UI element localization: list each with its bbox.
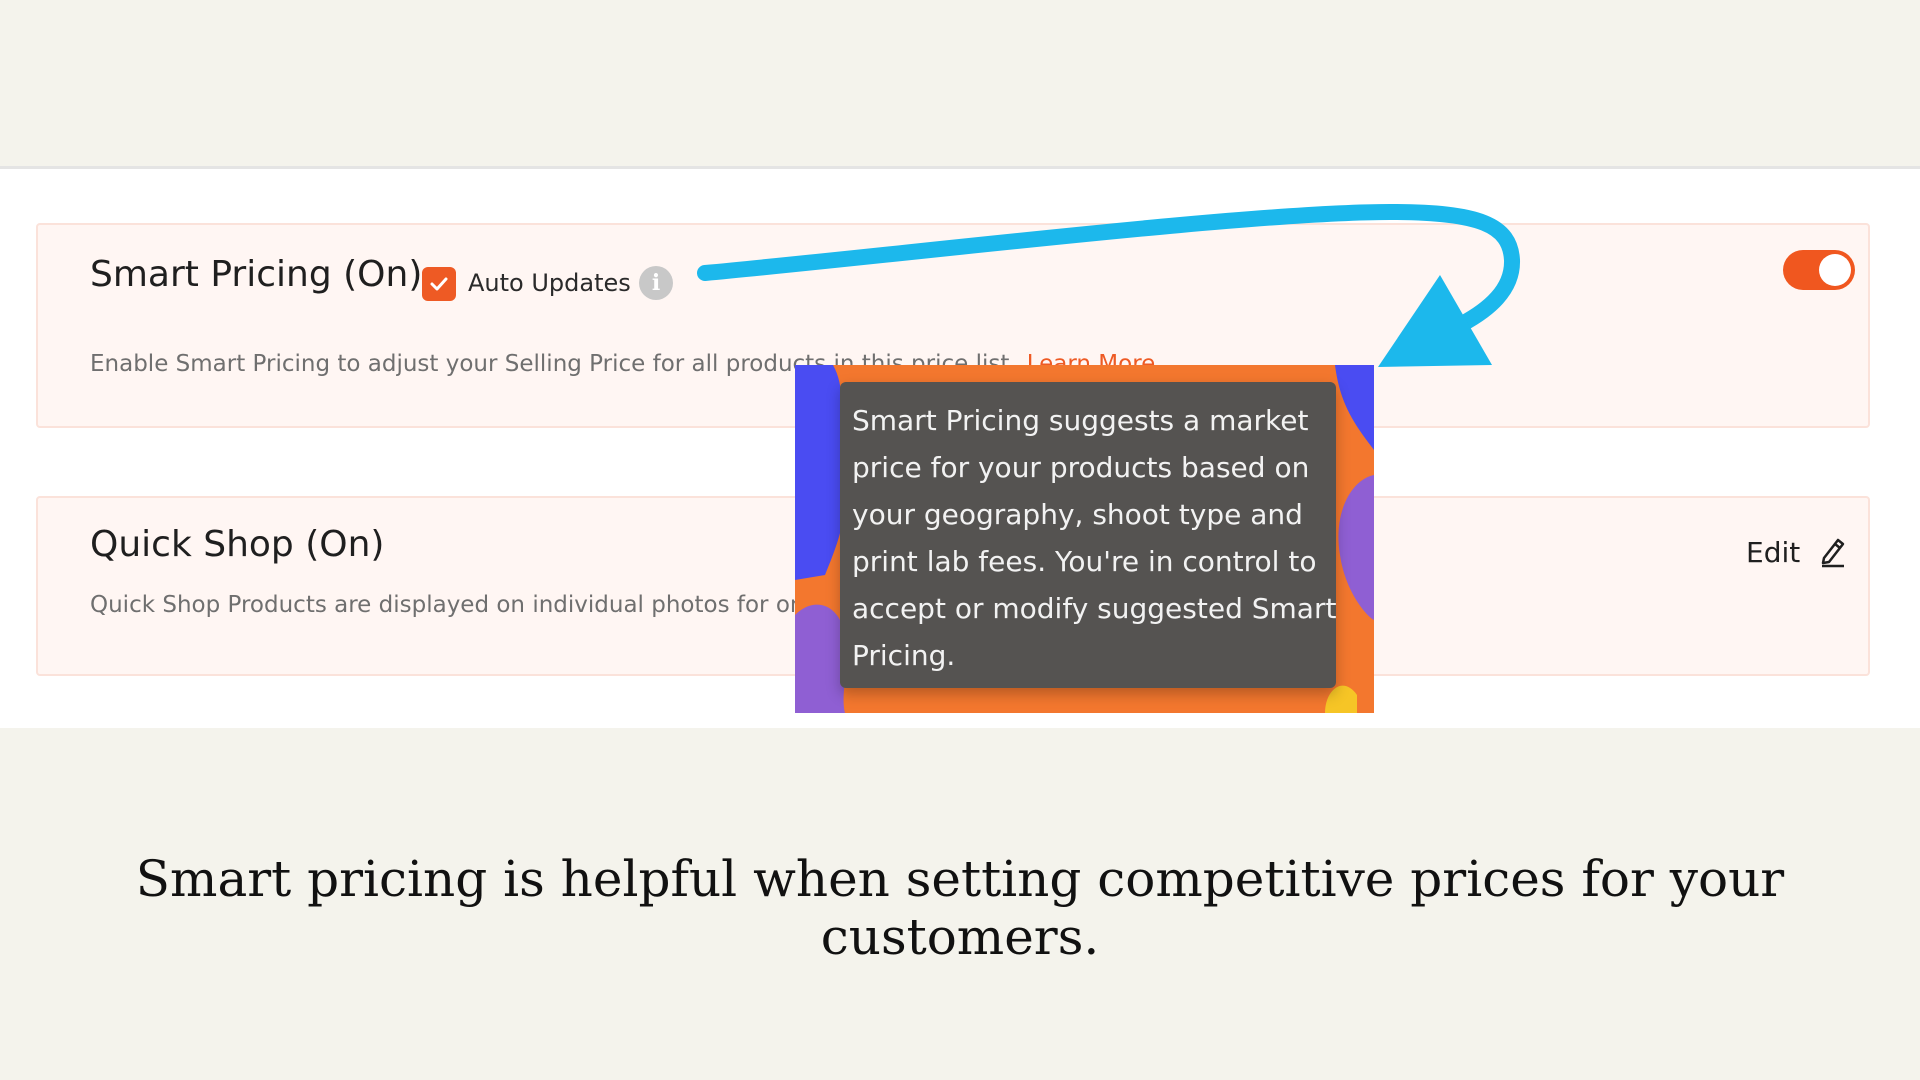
caption-text: Smart pricing is helpful when setting co…: [135, 850, 1785, 966]
